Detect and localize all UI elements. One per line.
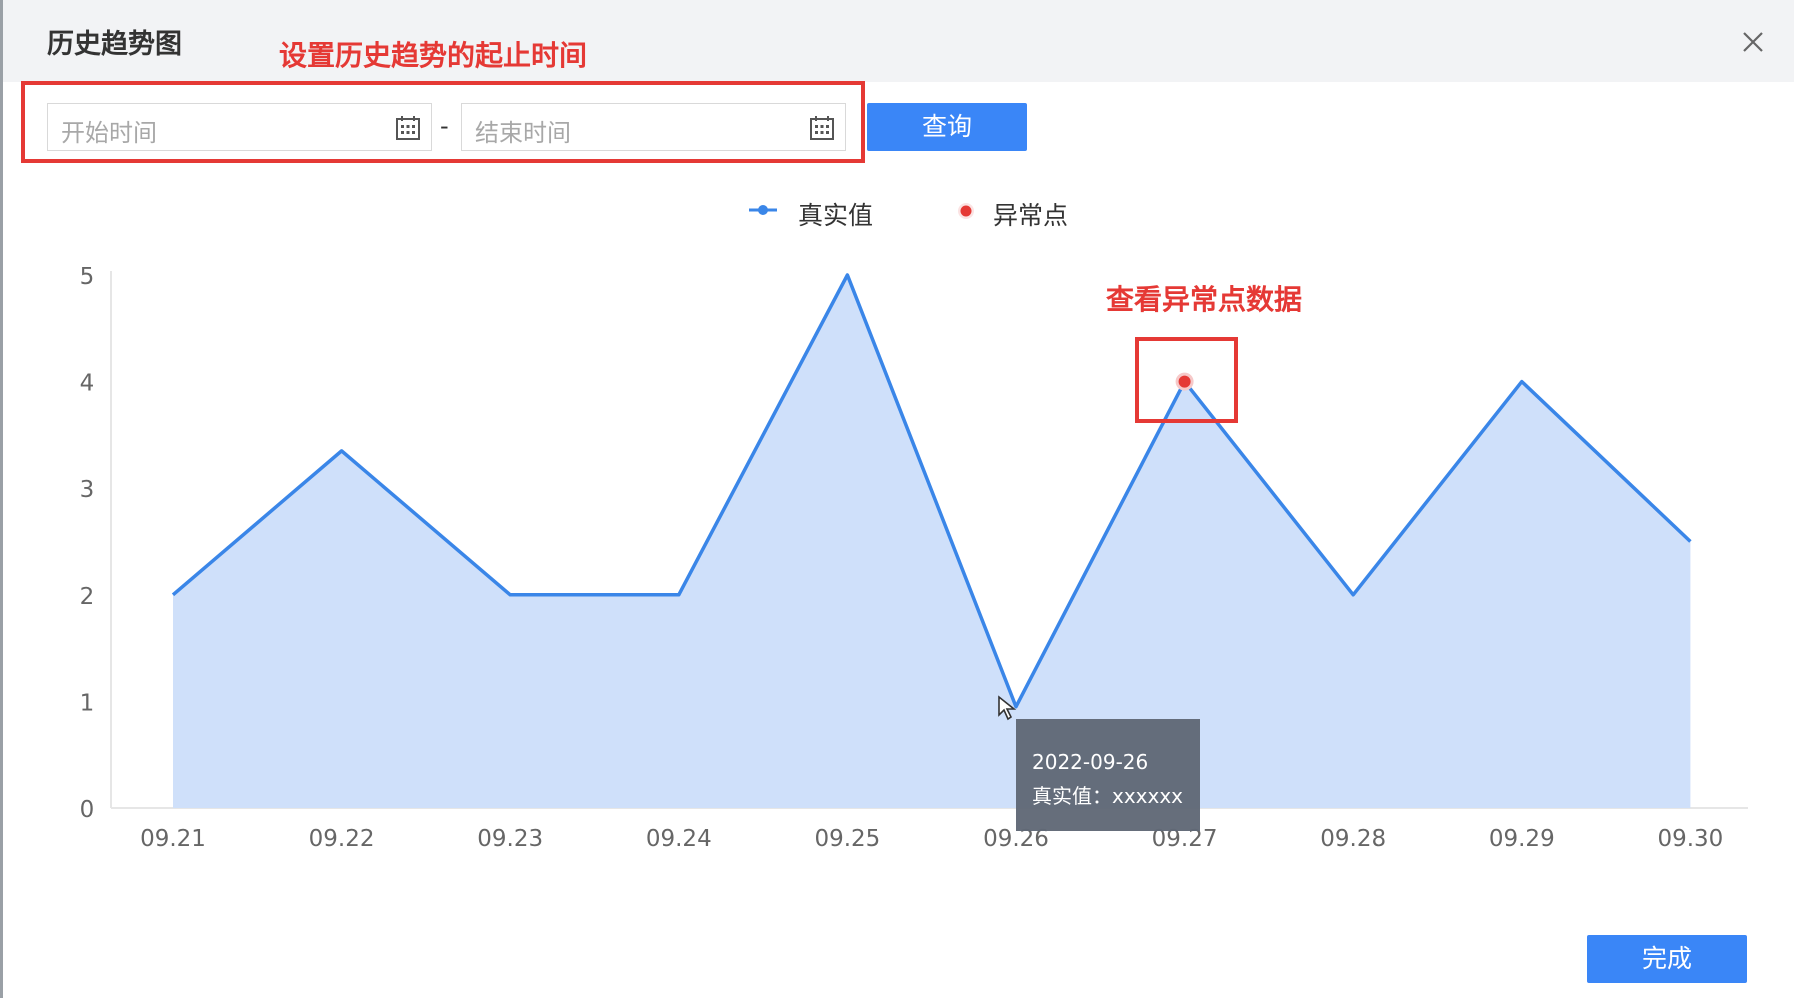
x-tick-label: 09.22: [309, 826, 375, 852]
y-tick-label: 1: [80, 690, 95, 716]
tooltip-date: 2022-09-26: [1032, 750, 1149, 774]
y-tick-label: 5: [80, 264, 95, 290]
series-area-real-value: [173, 275, 1691, 808]
x-tick-label: 09.29: [1489, 826, 1555, 852]
trend-chart: 01234509.21 09.22 09.23 09.24 09.25 09.26 09.2…: [80, 264, 1748, 852]
history-trend-dialog: 历史趋势图 设置历史趋势的起止时间 开始时间 - 结束时间 查询 真实值 异常点…: [0, 0, 1794, 998]
data-tooltip: 2022-09-26 真实值：xxxxxx: [1016, 719, 1200, 831]
x-tick-label: 09.25: [814, 826, 880, 852]
y-tick-label: 0: [80, 797, 95, 823]
annotation-box-anomaly: [1135, 337, 1238, 423]
y-tick-label: 4: [80, 371, 95, 397]
annotation-anomaly: 查看异常点数据: [1106, 283, 1303, 316]
x-tick-label: 09.24: [646, 826, 712, 852]
tooltip-value: 真实值：xxxxxx: [1032, 784, 1184, 808]
y-tick-label: 2: [80, 584, 95, 610]
x-tick-label: 09.30: [1657, 826, 1723, 852]
x-tick-label: 09.21: [140, 826, 206, 852]
y-tick-label: 3: [80, 477, 95, 503]
done-button[interactable]: 完成: [1587, 935, 1747, 983]
x-tick-label: 09.23: [477, 826, 543, 852]
x-tick-label: 09.28: [1320, 826, 1386, 852]
